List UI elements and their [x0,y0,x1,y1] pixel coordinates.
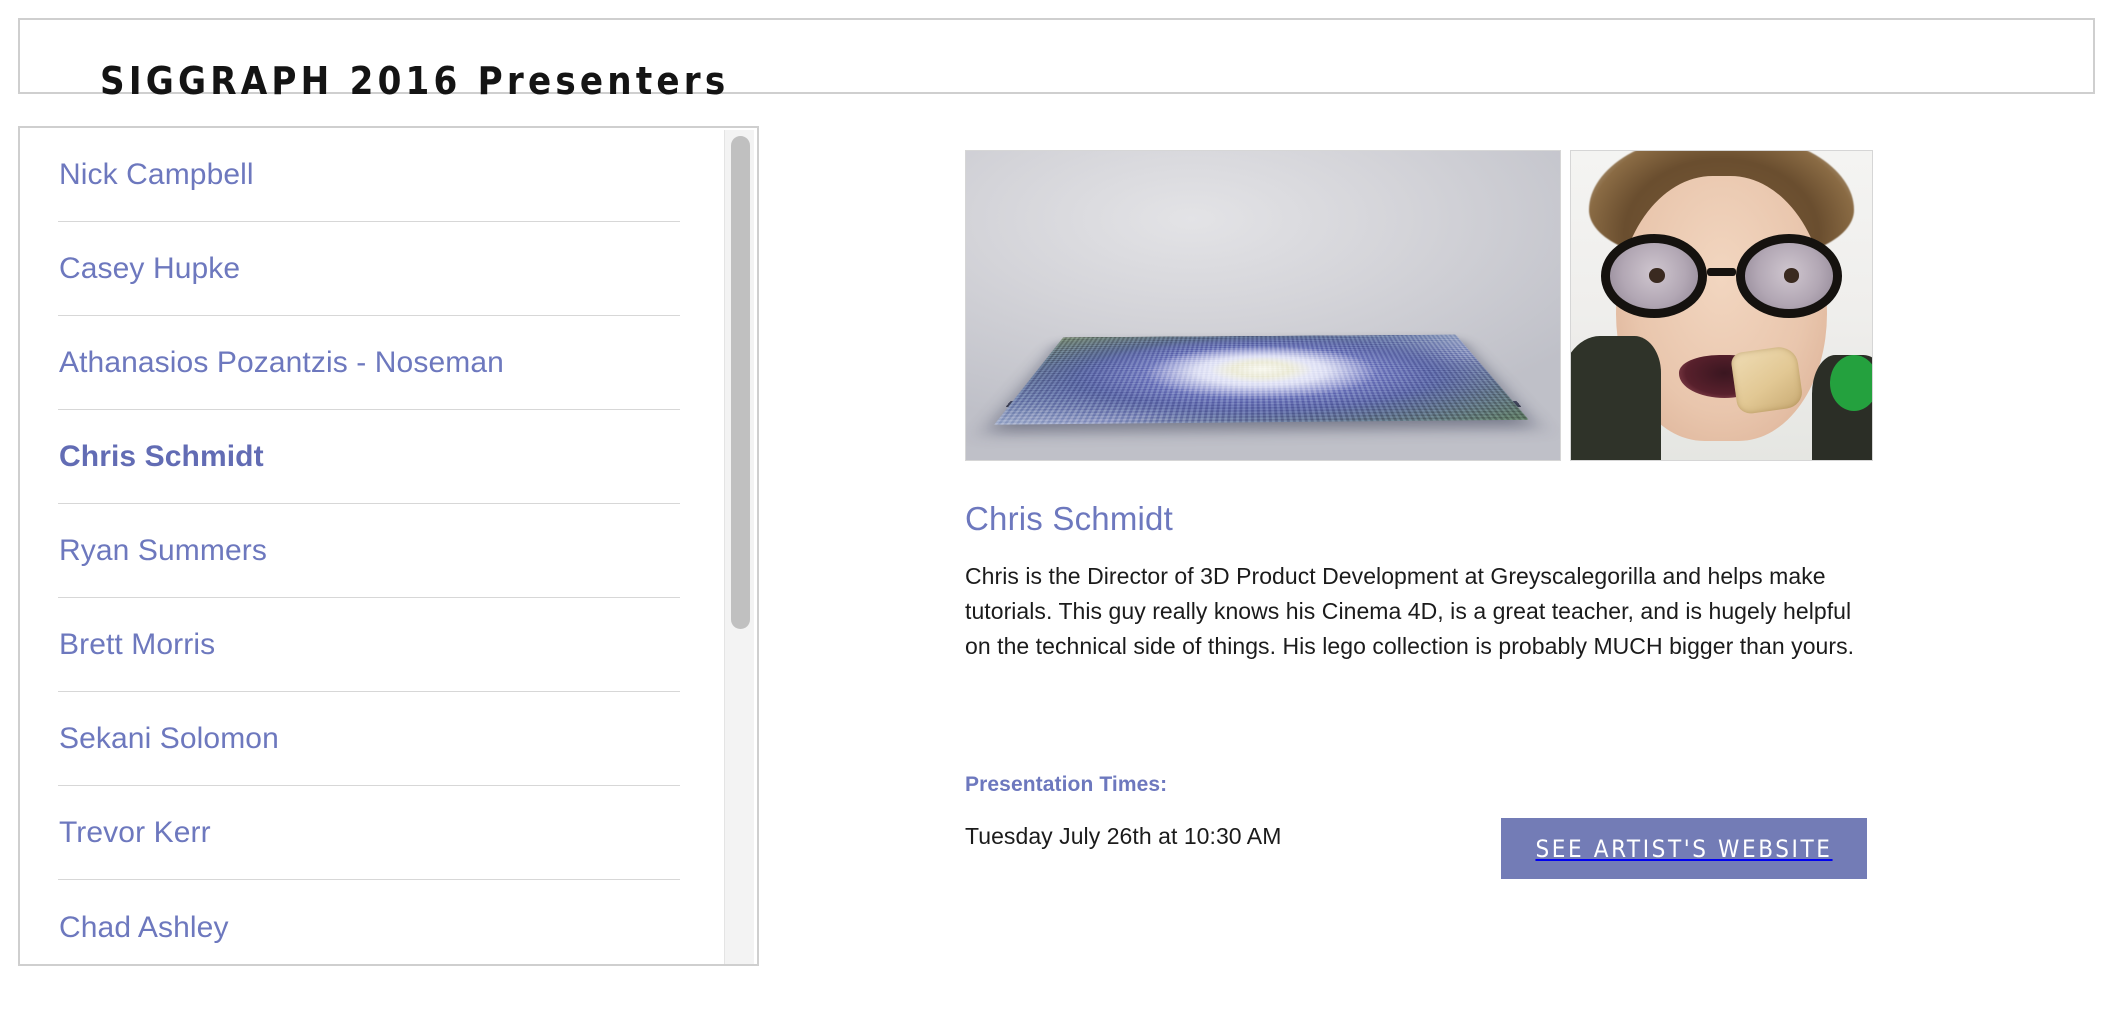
glasses-lens-right [1735,234,1842,318]
list-item[interactable]: Ryan Summers [58,504,680,598]
portrait-chip [1729,344,1804,415]
portrait-green-object [1829,354,1872,411]
artwork-image [965,150,1561,461]
sidebar-item-ryan-summers[interactable]: Ryan Summers [58,534,267,567]
glasses-bridge [1707,267,1736,277]
sidebar-item-chad-ashley[interactable]: Chad Ashley [58,911,229,944]
scrollbar-track[interactable] [724,130,754,964]
see-artist-website-button[interactable]: See Artist's Website [1501,818,1867,879]
list-item[interactable]: Chad Ashley [58,880,680,964]
presenter-name-heading[interactable]: Chris Schmidt [965,500,1965,537]
sidebar-item-athanasios-pozantzis-noseman[interactable]: Athanasios Pozantzis - Noseman [58,346,504,379]
sidebar-item-nick-campbell[interactable]: Nick Campbell [58,158,254,191]
portrait-pupil-right [1783,268,1800,283]
portrait-pupil-left [1648,268,1665,283]
glasses-lens-left [1601,234,1708,318]
sidebar-item-trevor-kerr[interactable]: Trevor Kerr [58,816,211,849]
see-artist-website-button-label: See Artist's Website [1535,834,1833,863]
portrait-backdrop [1571,151,1872,460]
list-item[interactable]: Casey Hupke [58,222,680,316]
scrollbar-thumb[interactable] [731,136,750,629]
sidebar-item-brett-morris[interactable]: Brett Morris [58,628,215,661]
portrait-glasses [1601,234,1842,318]
presenter-list: Nick Campbell Casey Hupke Athanasios Poz… [20,128,720,964]
presenter-detail: Chris Schmidt Chris is the Director of 3… [965,150,1965,664]
presenter-list-scroll-area: Nick Campbell Casey Hupke Athanasios Poz… [20,128,720,964]
portrait-shoulder-left [1571,336,1662,460]
list-item[interactable]: Nick Campbell [58,128,680,222]
artwork-voxel-terrain [993,335,1529,426]
presenter-portrait-image [1570,150,1873,461]
presenter-sidebar: Nick Campbell Casey Hupke Athanasios Poz… [18,126,759,966]
sidebar-item-sekani-solomon[interactable]: Sekani Solomon [58,722,279,755]
list-item[interactable]: Athanasios Pozantzis - Noseman [58,316,680,410]
sidebar-item-casey-hupke[interactable]: Casey Hupke [58,252,240,285]
list-item[interactable]: Chris Schmidt [58,410,680,504]
page-header: SIGGRAPH 2016 Presenters [18,18,2095,103]
presenter-media-row [965,150,1965,461]
presenter-bio: Chris is the Director of 3D Product Deve… [965,563,1855,660]
page-root: SIGGRAPH 2016 Presenters Nick Campbell C… [0,0,2102,1014]
presentation-times-label: Presentation Times: [965,773,1168,796]
list-item[interactable]: Sekani Solomon [58,692,680,786]
list-item[interactable]: Trevor Kerr [58,786,680,880]
page-title: SIGGRAPH 2016 Presenters [100,59,730,104]
list-item[interactable]: Brett Morris [58,598,680,692]
sidebar-item-chris-schmidt[interactable]: Chris Schmidt [58,440,264,473]
